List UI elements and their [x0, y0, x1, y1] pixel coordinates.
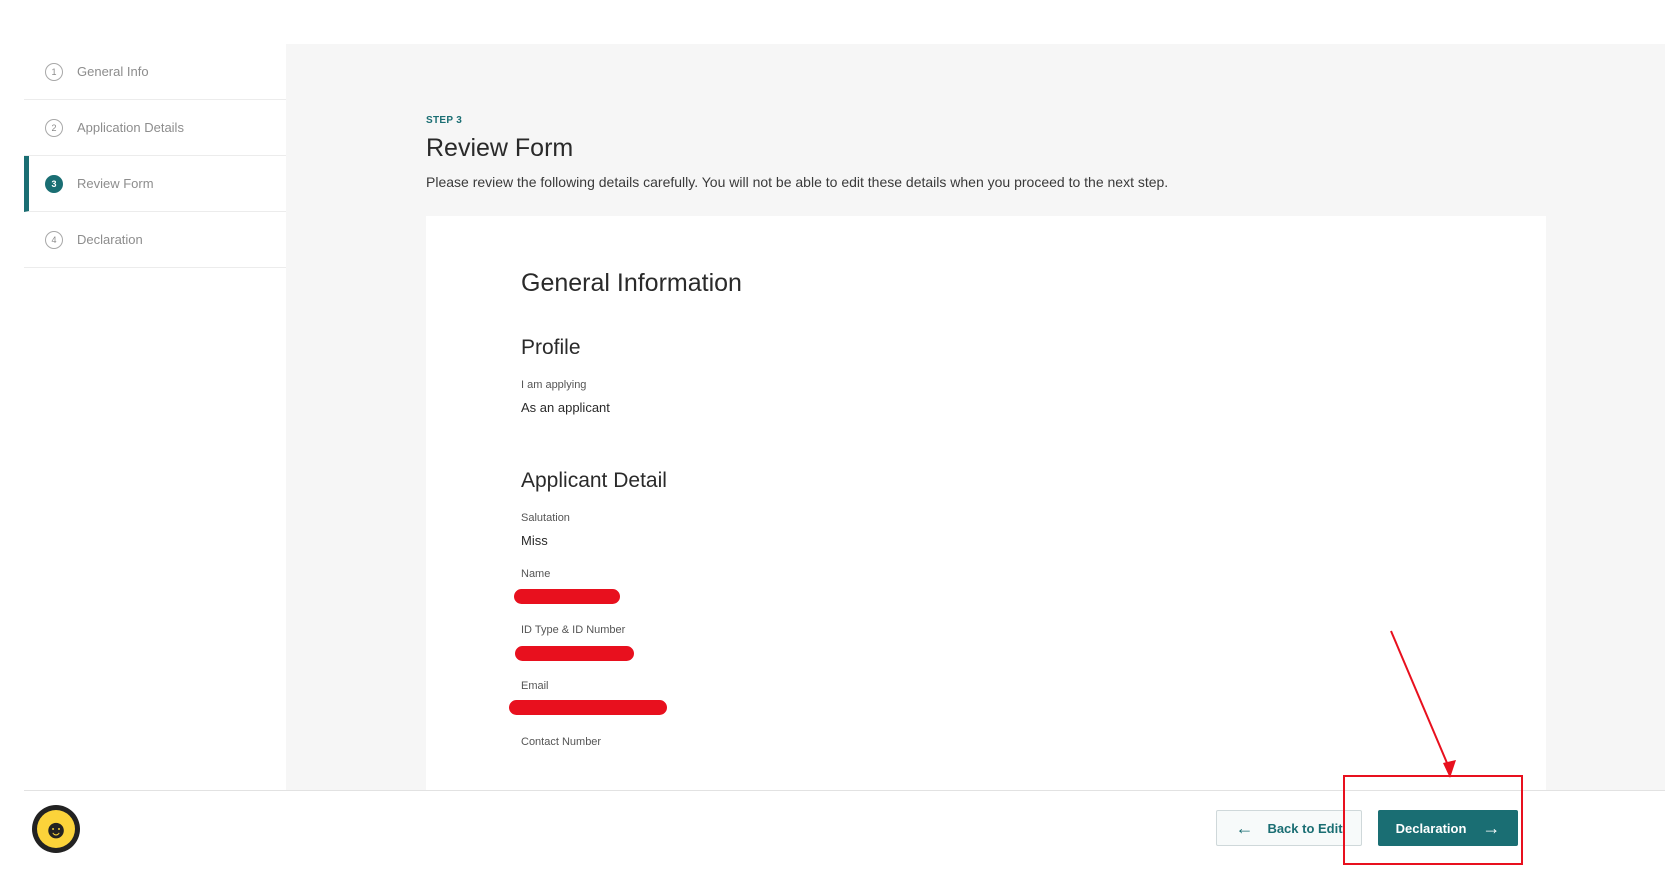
step-number-badge: 4 [45, 230, 63, 249]
step-label: Application Details [77, 120, 184, 135]
application-page: 1 General Info 2 Application Details 3 R… [0, 0, 1665, 879]
step-item-application-details[interactable]: 2 Application Details [24, 100, 286, 156]
arrow-left-icon: ← [1235, 817, 1254, 838]
applying-label: I am applying [521, 379, 587, 391]
back-to-edit-label: Back to Edit [1267, 820, 1343, 836]
chat-assistant-button[interactable]: ☻ [32, 805, 80, 853]
applicant-heading: Applicant Detail [521, 469, 667, 492]
email-label: Email [521, 680, 549, 692]
redacted-name-value [514, 589, 620, 604]
applying-value: As an applicant [521, 400, 610, 415]
salutation-value: Miss [521, 533, 548, 548]
step-item-declaration[interactable]: 4 Declaration [24, 212, 286, 268]
step-sidebar: 1 General Info 2 Application Details 3 R… [24, 44, 286, 790]
name-label: Name [521, 568, 551, 580]
main-content: STEP 3 Review Form Please review the fol… [286, 44, 1665, 790]
smiley-face-icon: ☻ [37, 810, 75, 848]
page-title: Review Form [426, 134, 574, 162]
profile-heading: Profile [521, 336, 581, 359]
contact-label: Contact Number [521, 736, 602, 748]
step-label: General Info [77, 64, 149, 79]
step-number-badge: 1 [45, 62, 63, 81]
id-label: ID Type & ID Number [521, 624, 626, 636]
step-item-general-info[interactable]: 1 General Info [24, 44, 286, 100]
step-label: Declaration [77, 232, 143, 247]
step-tag: STEP 3 [426, 115, 463, 126]
section-title: General Information [521, 269, 742, 297]
salutation-label: Salutation [521, 512, 570, 524]
redacted-id-value [515, 646, 634, 661]
step-number-badge: 2 [45, 118, 63, 137]
step-number-badge: 3 [45, 174, 63, 193]
redacted-email-value [509, 700, 667, 715]
annotation-highlight-box [1343, 775, 1523, 865]
back-to-edit-button[interactable]: ← Back to Edit [1216, 810, 1362, 846]
page-description: Please review the following details care… [426, 174, 1169, 190]
step-item-review-form[interactable]: 3 Review Form [24, 156, 286, 212]
step-label: Review Form [77, 176, 154, 191]
review-card[interactable]: General Information Profile I am applyin… [426, 216, 1546, 790]
